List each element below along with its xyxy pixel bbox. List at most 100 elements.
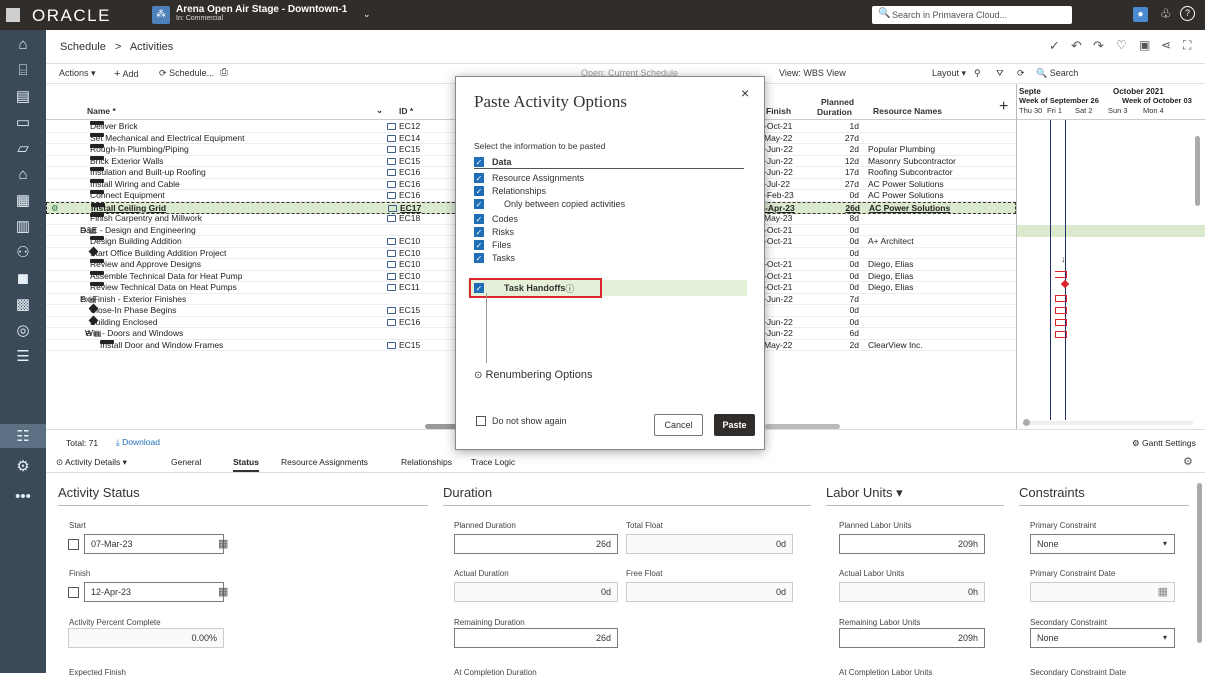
planned-labor-field[interactable]: 209h [839,534,985,554]
view-select[interactable]: View: WBS View [779,68,846,78]
start-date-field[interactable]: 07-Mar-23 [84,534,224,554]
home-icon[interactable]: ⌂ [0,32,46,56]
notebook-icon[interactable] [387,341,396,349]
paste-option-resource-assignments[interactable]: ✓ Resource Assignments [474,172,584,184]
col-header-id[interactable]: ID * [399,106,413,116]
apps-menu-icon[interactable] [6,8,20,22]
col-header-resources[interactable]: Resource Names [873,106,942,116]
download-button[interactable]: ⤓ Download [116,437,160,448]
undo-icon[interactable]: ↶ [1071,38,1082,54]
checkbox-checked-icon[interactable]: ✓ [474,199,484,209]
secondary-constraint-select[interactable]: None ▾ [1030,628,1175,648]
portfolio-icon[interactable]: ⌸ [0,58,46,82]
grid-search[interactable]: 🔍 Search [1036,68,1078,79]
global-search[interactable]: 🔍 Search in Primavera Cloud... [872,6,1072,24]
tab-status[interactable]: Status [233,457,259,472]
start-actual-checkbox[interactable] [68,539,79,550]
chart-icon[interactable]: ▩ [0,292,46,316]
settings-icon[interactable]: ⚙ [0,454,46,478]
col-header-name[interactable]: Name * [87,106,116,116]
paste-option-tasks[interactable]: ✓ Tasks [474,252,515,264]
breadcrumb-schedule[interactable]: Schedule [60,41,106,53]
more-icon[interactable]: ••• [0,484,46,508]
schedule-button[interactable]: ⟳ Schedule... [159,68,214,79]
notebook-icon[interactable] [387,157,396,165]
gantt-scrollbar[interactable] [1023,421,1193,425]
paste-button[interactable]: Paste [714,414,755,436]
checkbox-checked-icon[interactable]: ✓ [474,253,484,263]
monitor-icon[interactable]: ▭ [0,110,46,134]
calendar-icon-start[interactable]: ▦ [218,537,228,550]
filter-icon[interactable]: ⛛ [996,68,1004,79]
check-icon[interactable]: ✓ [1049,38,1060,54]
notebook-icon[interactable] [387,215,396,222]
refresh-icon[interactable]: ⟳ [1017,68,1025,79]
gantt-settings-button[interactable]: ⚙ Gantt Settings [1132,438,1196,449]
checkbox-checked-icon[interactable]: ✓ [474,186,484,196]
activity-details-menu[interactable]: ⊙ Activity Details ▾ [56,457,127,468]
gantt-vscrollbar[interactable] [1195,136,1200,206]
tab-general[interactable]: General [171,457,201,467]
help-icon[interactable]: ? [1180,6,1195,21]
redo-icon[interactable]: ↷ [1093,38,1104,54]
close-icon[interactable]: × [741,85,749,101]
tools-icon[interactable]: ⚲ [974,68,981,79]
drag-handle-icon[interactable]: ⚙ [51,203,59,214]
remaining-duration-field[interactable]: 26d [454,628,618,648]
paste-option-files[interactable]: ✓ Files [474,239,511,251]
favorite-icon[interactable]: ♡ [1116,38,1127,52]
notebook-icon[interactable] [387,146,396,153]
tag-icon[interactable]: ⌂ [0,162,46,186]
cancel-button[interactable]: Cancel [654,414,703,436]
checkbox-checked-icon[interactable]: ✓ [474,240,484,250]
expand-icon[interactable]: ⛶ [1183,38,1191,53]
tab-relationships[interactable]: Relationships [401,457,452,467]
finish-actual-checkbox[interactable] [68,587,79,598]
checkbox-checked-icon[interactable]: ✓ [474,173,484,183]
chevron-down-icon[interactable]: ⌄ [363,9,371,20]
actions-menu[interactable]: Actions ▾ [59,68,96,79]
primary-constraint-select[interactable]: None ▾ [1030,534,1175,554]
planned-duration-field[interactable]: 26d [454,534,618,554]
notebook-icon[interactable] [387,318,396,326]
users-icon[interactable]: ⚇ [0,240,46,264]
notebook-icon[interactable] [388,204,397,212]
percent-complete-field[interactable]: 0.00% [68,628,224,648]
add-column-icon[interactable]: + [999,98,1008,116]
paste-option-relationships[interactable]: ✓ Relationships [474,185,546,197]
tab-trace-logic[interactable]: Trace Logic [471,457,515,467]
gantt-scroll-handle[interactable] [1023,419,1030,426]
col-header-planned[interactable]: Planned [821,97,854,107]
checkbox-checked-icon[interactable]: ✓ [474,157,484,167]
checkbox-checked-icon[interactable]: ✓ [474,227,484,237]
notebook-icon[interactable] [387,249,396,257]
notebook-icon[interactable] [387,261,396,268]
details-scrollbar[interactable] [1197,483,1202,643]
notebook-icon[interactable] [387,307,396,314]
paste-option-codes[interactable]: ✓ Codes [474,213,518,225]
checkbox-checked-icon[interactable]: ✓ [474,214,484,224]
col-name-chevron-icon[interactable]: ⌄ [376,105,383,116]
col-header-finish[interactable]: Finish [766,106,791,116]
notebook-icon[interactable] [387,192,396,199]
paste-option-data[interactable]: ✓ Data [474,157,744,169]
calendar-icon-finish[interactable]: ▦ [218,585,228,598]
notebook-icon[interactable] [387,272,396,280]
global-search-input[interactable]: Search in Primavera Cloud... [892,10,1007,20]
planning-icon[interactable]: ▤ [0,84,46,108]
board-icon[interactable]: ◼ [0,266,46,290]
notebook-icon[interactable] [387,284,396,291]
target-icon[interactable]: ◎ [0,318,46,342]
paste-option-risks[interactable]: ✓ Risks [474,226,514,238]
notifications-icon[interactable]: ♧ [1160,6,1172,22]
user-avatar-icon[interactable]: ● [1133,7,1148,22]
calendar-icon[interactable]: ▦ [0,188,46,212]
details-settings-icon[interactable]: ⚙ [1183,455,1193,468]
list-check-icon[interactable]: ☰ [0,344,46,368]
schedule-icon[interactable]: ☷ [0,424,46,448]
save-icon[interactable]: ▣ [1139,38,1150,52]
notebook-icon[interactable] [387,169,396,176]
notebook-icon[interactable] [387,180,396,188]
notebook-icon[interactable] [387,238,396,245]
add-button[interactable]: + Add [114,68,138,80]
